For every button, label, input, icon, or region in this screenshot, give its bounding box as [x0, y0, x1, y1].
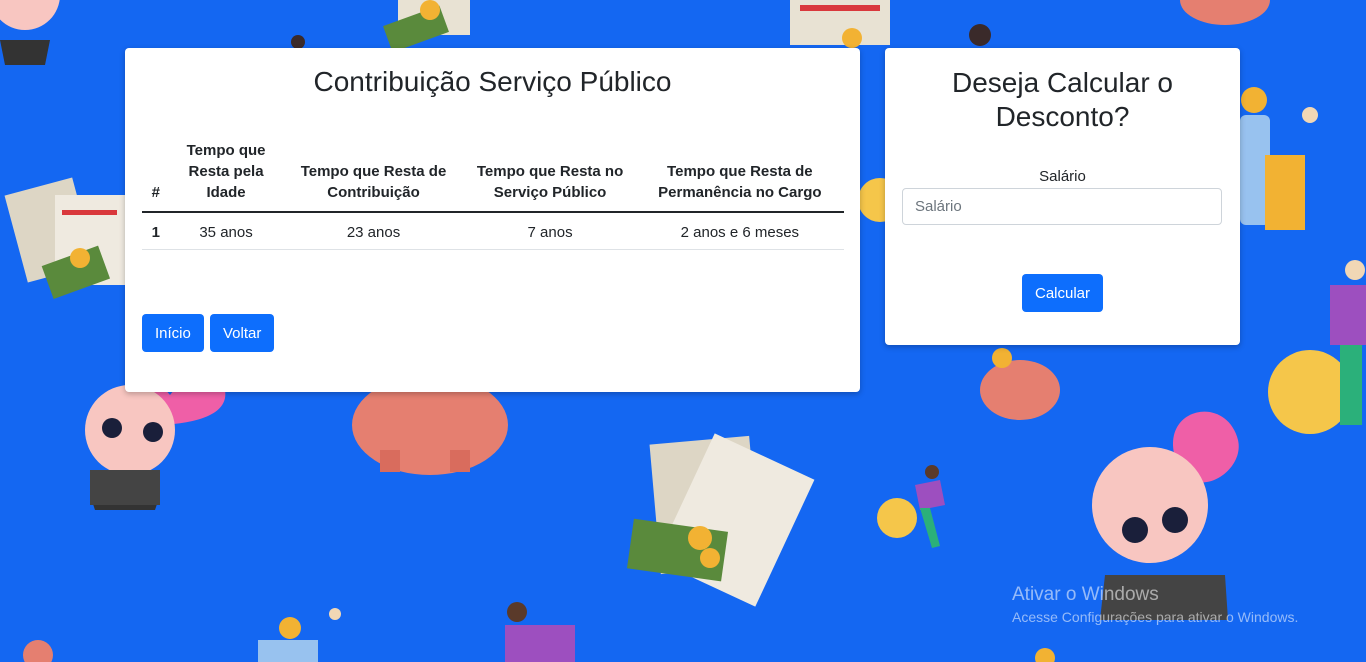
activation-watermark-title: Ativar o Windows: [1012, 584, 1159, 605]
discount-card: Deseja Calcular o Desconto? Salário Calc…: [885, 48, 1240, 345]
table-cell-age: 35 anos: [169, 212, 283, 250]
piggy-illustration: [1180, 0, 1270, 25]
calculate-button[interactable]: Calcular: [1022, 274, 1104, 312]
money-illustration: [383, 0, 470, 53]
home-button[interactable]: Início: [142, 314, 204, 352]
contribution-card: Contribuição Serviço Público # Tempo que…: [125, 48, 860, 392]
table-row: 1 35 anos 23 anos 7 anos 2 anos e 6 mese…: [142, 212, 844, 250]
column-header-contribution: Tempo que Resta de Contribuição: [282, 140, 465, 213]
contribution-table: # Tempo que Resta pela Idade Tempo que R…: [142, 140, 844, 250]
character-illustration: [85, 377, 226, 510]
table-cell-position: 2 anos e 6 meses: [635, 212, 844, 250]
salary-input[interactable]: [902, 188, 1222, 225]
table-header-row: # Tempo que Resta pela Idade Tempo que R…: [142, 140, 844, 213]
table-cell-index: 1: [142, 212, 170, 250]
column-header-public-service: Tempo que Resta no Serviço Público: [464, 140, 636, 213]
salary-label: Salário: [1039, 168, 1086, 185]
coin-jar-illustration: [1240, 87, 1318, 230]
document-illustration: [790, 0, 890, 48]
coin-character-illustration: [877, 465, 945, 548]
column-header-age: Tempo que Resta pela Idade: [169, 140, 283, 213]
back-button[interactable]: Voltar: [210, 314, 275, 352]
document-illustration: [626, 433, 815, 607]
character-illustration: [505, 602, 575, 662]
table-cell-contribution: 23 anos: [282, 212, 465, 250]
coin-jar-illustration: [258, 608, 341, 662]
page-title: Contribuição Serviço Público: [313, 66, 672, 97]
character-illustration: [0, 0, 60, 65]
piggy-illustration: [980, 348, 1060, 420]
table-cell-public-service: 7 anos: [464, 212, 636, 250]
document-illustration: [4, 177, 125, 300]
activation-watermark-text: Acesse Configurações para ativar o Windo…: [1012, 609, 1299, 625]
column-header-index: #: [142, 140, 170, 213]
column-header-position: Tempo que Resta de Permanência no Cargo: [635, 140, 844, 213]
discount-title: Deseja Calcular o Desconto?: [952, 67, 1173, 132]
